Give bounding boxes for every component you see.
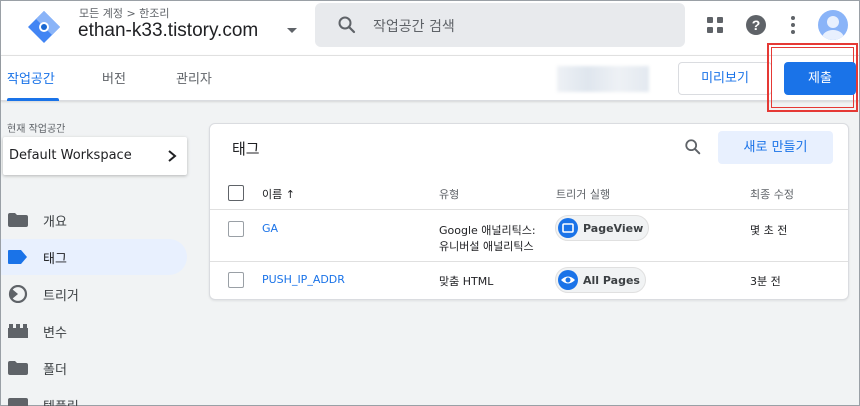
active-tab-indicator: [7, 98, 59, 101]
pageview-icon: [558, 218, 578, 238]
preview-button[interactable]: 미리보기: [678, 62, 772, 95]
sidebar-item-folders[interactable]: 폴더: [1, 350, 187, 386]
folder-icon: [8, 361, 28, 375]
trigger-icon: [8, 285, 28, 303]
current-workspace-label: 현재 작업공간: [7, 124, 66, 135]
workspace-search[interactable]: 작업공간 검색: [315, 3, 685, 47]
folder-icon: [8, 213, 28, 227]
tag-name-link[interactable]: GA: [262, 222, 278, 235]
trigger-chip[interactable]: PageView: [555, 215, 649, 241]
sidebar: 현재 작업공간 Default Workspace 개요 태그 트리거 변수 폴…: [1, 102, 197, 406]
chevron-right-icon: [168, 150, 177, 162]
sidebar-item-label: 트리거: [43, 289, 79, 304]
tab-workspace[interactable]: 작업공간: [7, 68, 55, 87]
trigger-chip[interactable]: All Pages: [555, 267, 646, 293]
select-all-checkbox[interactable]: [228, 185, 244, 201]
sidebar-item-label: 폴더: [43, 363, 67, 378]
tab-versions[interactable]: 버전: [102, 68, 126, 87]
submit-button[interactable]: 제출: [784, 62, 856, 95]
tab-bar: 작업공간 버전 관리자 미리보기 제출: [1, 43, 859, 112]
card-title: 태그: [232, 140, 260, 158]
sidebar-item-label: 태그: [43, 252, 67, 267]
column-name-sort[interactable]: 이름 ↑: [262, 186, 295, 202]
tab-admin[interactable]: 관리자: [176, 68, 212, 87]
row-checkbox[interactable]: [228, 221, 244, 237]
eye-icon: [558, 270, 578, 290]
user-icon: [822, 16, 844, 40]
table-row[interactable]: PUSH_IP_ADDR 맞춤 HTML All Pages 3분 전: [210, 262, 848, 300]
account-breadcrumb[interactable]: 모든 계정 > 한조리: [79, 5, 170, 21]
tag-type: Google 애널리틱스:: [439, 224, 536, 237]
sidebar-item-variables[interactable]: 변수: [1, 313, 187, 349]
help-icon[interactable]: ?: [745, 14, 767, 36]
workspace-name: Default Workspace: [9, 148, 132, 163]
modified-time: 몇 초 전: [750, 224, 788, 237]
tag-type: 맞춤 HTML: [439, 275, 494, 288]
tag-icon: [8, 250, 27, 264]
search-placeholder: 작업공간 검색: [373, 19, 455, 35]
table-row[interactable]: GA Google 애널리틱스: 유니버설 애널리틱스 PageView 몇 초…: [210, 210, 848, 262]
tag-type-detail: 유니버설 애널리틱스: [439, 240, 534, 253]
column-trigger: 트리거 실행: [556, 188, 611, 201]
sidebar-item-tags[interactable]: 태그: [1, 239, 187, 275]
apps-grid-icon[interactable]: [706, 16, 724, 34]
tag-manager-logo[interactable]: [27, 10, 61, 44]
search-icon[interactable]: [684, 138, 702, 156]
sidebar-item-label: 개요: [43, 215, 67, 230]
column-modified: 최종 수정: [750, 188, 794, 201]
container-selector[interactable]: ethan-k33.tistory.com: [78, 20, 258, 42]
sidebar-item-triggers[interactable]: 트리거: [1, 276, 187, 312]
tags-card: 태그 새로 만들기 이름 ↑ 유형 트리거 실행 최종 수정 GA Google…: [209, 123, 849, 300]
workspace-selector[interactable]: Default Workspace: [3, 137, 187, 175]
caret-down-icon[interactable]: [287, 28, 297, 33]
trigger-label: All Pages: [583, 274, 640, 287]
column-type: 유형: [439, 188, 460, 201]
svg-text:?: ?: [752, 17, 761, 33]
table-header: 이름 ↑ 유형 트리거 실행 최종 수정: [210, 176, 848, 210]
sidebar-item-label: 템플릿: [43, 396, 79, 406]
avatar[interactable]: [818, 10, 848, 40]
row-checkbox[interactable]: [228, 272, 244, 288]
search-icon: [338, 16, 356, 34]
tag-name-link[interactable]: PUSH_IP_ADDR: [262, 273, 345, 286]
redacted-info: [557, 66, 649, 92]
sidebar-item-label: 변수: [43, 326, 67, 341]
template-icon: [8, 398, 28, 406]
modified-time: 3분 전: [750, 275, 781, 288]
sidebar-item-templates[interactable]: 템플릿: [1, 387, 187, 406]
app-header: 모든 계정 > 한조리 ethan-k33.tistory.com 작업공간 검…: [1, 1, 859, 55]
sidebar-item-overview[interactable]: 개요: [1, 202, 187, 238]
more-vert-icon[interactable]: [789, 15, 797, 35]
variable-icon: [8, 324, 28, 338]
trigger-label: PageView: [583, 222, 644, 235]
new-tag-button[interactable]: 새로 만들기: [718, 131, 833, 164]
